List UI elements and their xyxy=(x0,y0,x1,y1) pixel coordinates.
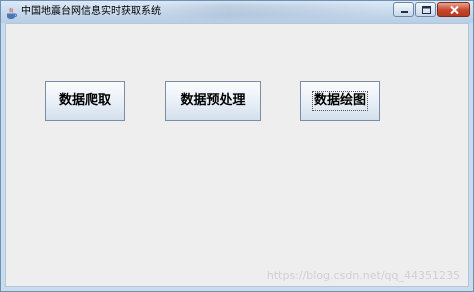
watermark: https://blog.csdn.net/qq_44351235 xyxy=(266,269,460,282)
close-button[interactable] xyxy=(437,2,470,17)
minimize-icon xyxy=(401,11,408,13)
title-bar[interactable]: 中国地震台网信息实时获取系统 xyxy=(1,1,473,23)
preprocess-data-button[interactable]: 数据预处理 xyxy=(165,81,261,121)
plot-data-button-label: 数据绘图 xyxy=(311,91,368,111)
close-icon xyxy=(450,5,459,15)
plot-data-button[interactable]: 数据绘图 xyxy=(300,81,380,121)
minimize-button[interactable] xyxy=(393,2,414,17)
content-panel: 数据爬取 数据预处理 数据绘图 https://blog.csdn.net/qq… xyxy=(5,23,469,287)
crawl-data-button[interactable]: 数据爬取 xyxy=(45,81,125,121)
maximize-icon xyxy=(422,6,431,14)
app-window: 中国地震台网信息实时获取系统 数据爬取 数据预处理 数据绘图 https://b… xyxy=(0,0,474,292)
title-bar-reflection xyxy=(151,3,381,19)
window-title: 中国地震台网信息实时获取系统 xyxy=(21,6,161,17)
maximize-button[interactable] xyxy=(415,2,436,17)
java-cup-icon[interactable] xyxy=(5,5,18,19)
